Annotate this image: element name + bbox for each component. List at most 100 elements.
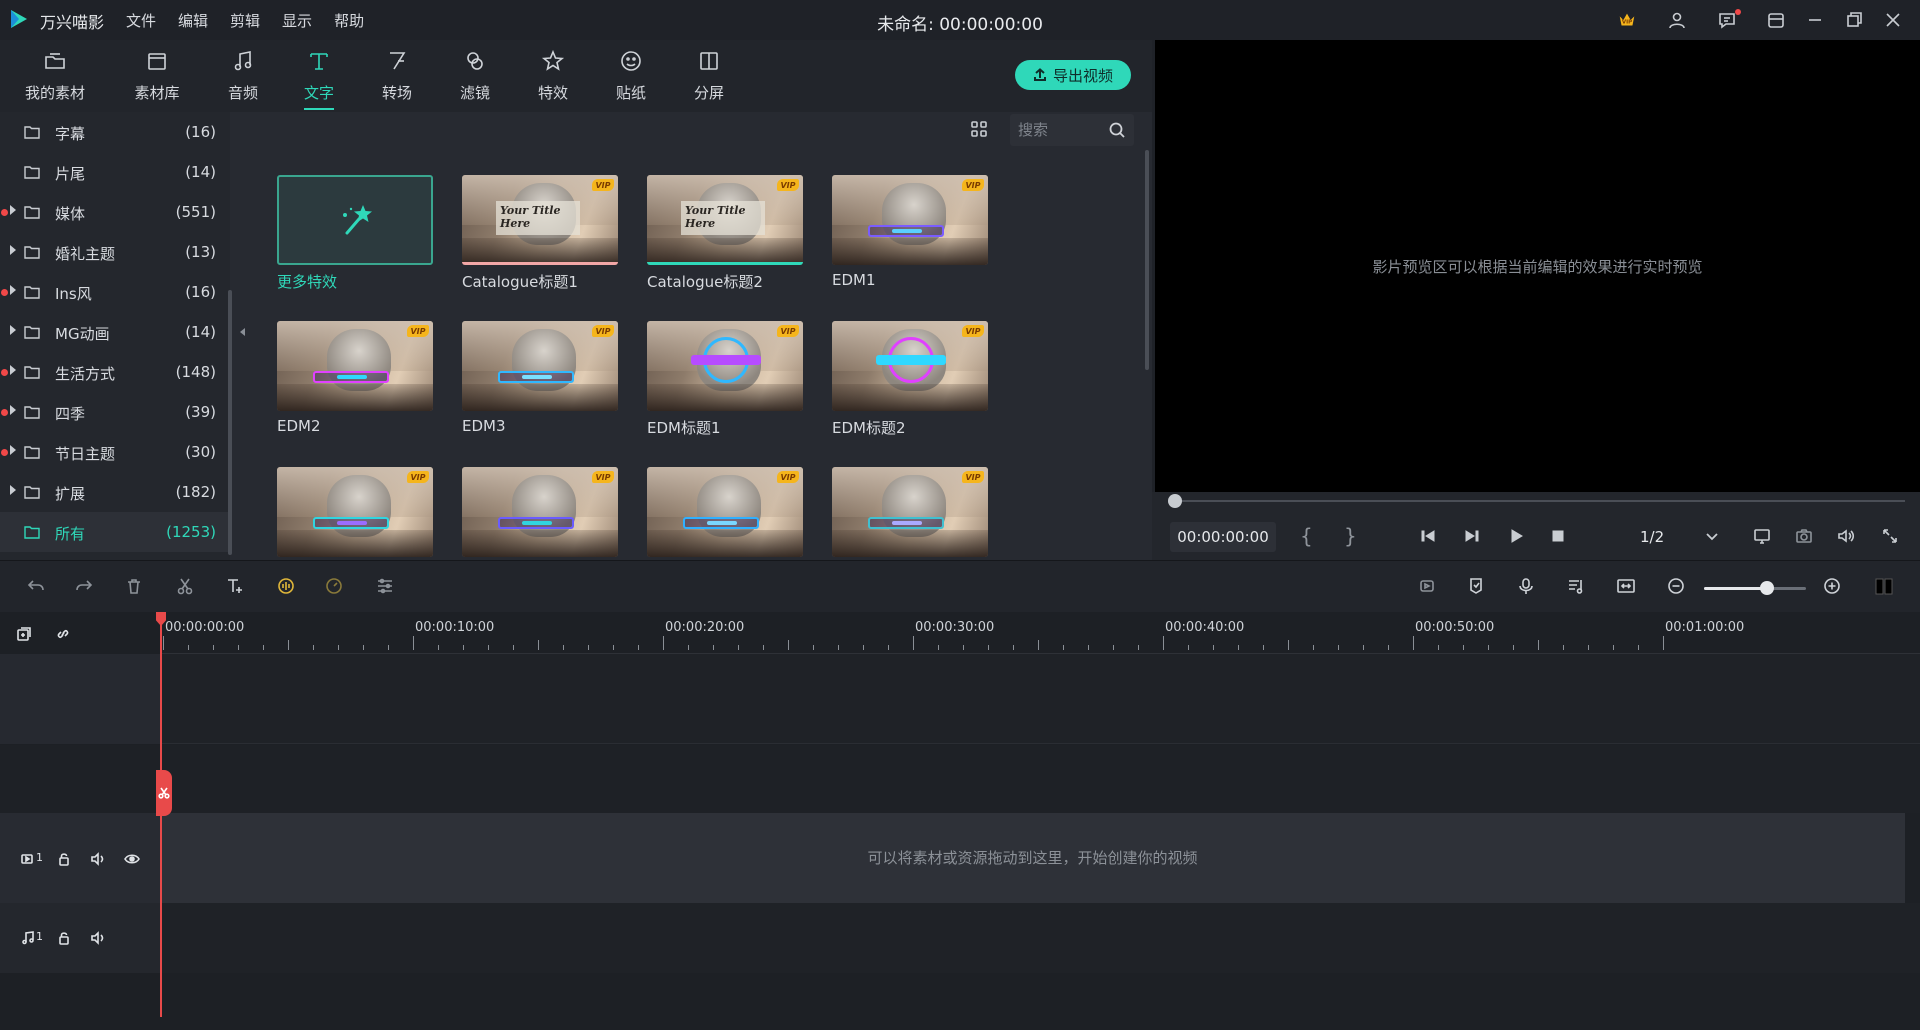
- category-item[interactable]: MG动画 (14): [0, 312, 230, 352]
- category-item[interactable]: 媒体 (551): [0, 192, 230, 232]
- expand-arrow-icon[interactable]: [10, 365, 16, 375]
- title-template-card[interactable]: VIP EDM3: [462, 321, 622, 461]
- expand-arrow-icon[interactable]: [10, 405, 16, 415]
- lock-icon[interactable]: [55, 929, 73, 947]
- microphone-icon[interactable]: [1514, 574, 1538, 598]
- snapshot-icon[interactable]: [1792, 524, 1816, 548]
- redo-icon[interactable]: [72, 574, 96, 598]
- tab-sticker[interactable]: 贴纸: [592, 40, 670, 112]
- ruler-tick: [1263, 645, 1264, 650]
- display-icon[interactable]: [1750, 524, 1774, 548]
- empty-track-row: [0, 654, 1920, 744]
- render-preview-icon[interactable]: [1415, 574, 1439, 598]
- category-item[interactable]: 节日主题 (30): [0, 432, 230, 472]
- category-item[interactable]: 字幕 (16): [0, 112, 230, 152]
- expand-arrow-icon[interactable]: [10, 285, 16, 295]
- title-template-card[interactable]: VIP EDM1: [832, 175, 992, 315]
- mark-out-button[interactable]: }: [1344, 524, 1357, 548]
- mark-in-button[interactable]: {: [1300, 524, 1313, 548]
- collapse-panel-icon[interactable]: [240, 328, 245, 336]
- audio-track-1[interactable]: [160, 903, 1920, 973]
- tab-library[interactable]: 素材库: [118, 40, 196, 112]
- category-scrollbar[interactable]: [228, 290, 232, 555]
- title-template-card[interactable]: VIP EDM标题1: [647, 321, 807, 461]
- lock-icon[interactable]: [55, 850, 73, 868]
- menu-help[interactable]: 帮助: [334, 10, 364, 31]
- preview-scrub-track[interactable]: [1170, 500, 1905, 502]
- tab-text[interactable]: 文字: [280, 40, 358, 112]
- ruler-tick: [1438, 645, 1439, 650]
- audio-stretch-icon[interactable]: [274, 574, 298, 598]
- marker-icon[interactable]: [1464, 574, 1488, 598]
- title-template-card[interactable]: Your Title Here VIP Catalogue标题2: [647, 175, 807, 315]
- category-item[interactable]: 婚礼主题 (13): [0, 232, 230, 272]
- menu-clip[interactable]: 剪辑: [230, 10, 260, 31]
- audio-mixer-icon[interactable]: [1564, 574, 1588, 598]
- preview-quality-select[interactable]: 1/2: [1630, 524, 1726, 550]
- add-text-icon[interactable]: [223, 574, 247, 598]
- next-frame-icon[interactable]: [1460, 524, 1484, 548]
- more-effects-card[interactable]: 更多特效: [277, 175, 437, 315]
- tab-transition[interactable]: 转场: [358, 40, 436, 112]
- fit-timeline-icon[interactable]: [1614, 574, 1638, 598]
- grid-scrollbar[interactable]: [1145, 150, 1149, 370]
- category-item[interactable]: 所有 (1253): [0, 512, 230, 552]
- restore-icon[interactable]: [1841, 8, 1867, 32]
- play-icon[interactable]: [1504, 524, 1528, 548]
- zoom-slider-handle[interactable]: [1760, 581, 1774, 595]
- cut-icon[interactable]: [173, 574, 197, 598]
- title-template-card[interactable]: Your Title Here VIP Catalogue标题1: [462, 175, 622, 315]
- ruler-tick: [488, 645, 489, 650]
- category-item[interactable]: 扩展 (182): [0, 472, 230, 512]
- title-template-card[interactable]: VIP EDM2: [277, 321, 437, 461]
- tab-filter[interactable]: 滤镜: [436, 40, 514, 112]
- fullscreen-icon[interactable]: [1878, 524, 1902, 548]
- tab-split-screen[interactable]: 分屏: [670, 40, 748, 112]
- expand-arrow-icon[interactable]: [10, 445, 16, 455]
- add-track-icon[interactable]: [15, 625, 33, 643]
- tab-audio[interactable]: 音频: [204, 40, 282, 112]
- delete-icon[interactable]: [122, 574, 146, 598]
- close-icon[interactable]: [1880, 8, 1906, 32]
- ruler-tick: [1388, 645, 1389, 650]
- speed-icon[interactable]: [322, 574, 346, 598]
- expand-arrow-icon[interactable]: [10, 485, 16, 495]
- tab-effects[interactable]: 特效: [514, 40, 592, 112]
- search-icon[interactable]: [1108, 121, 1126, 139]
- expand-arrow-icon[interactable]: [10, 245, 16, 255]
- menu-view[interactable]: 显示: [282, 10, 312, 31]
- stop-icon[interactable]: [1546, 524, 1570, 548]
- mute-icon[interactable]: [89, 929, 107, 947]
- volume-icon[interactable]: [1834, 524, 1858, 548]
- store-icon[interactable]: [1763, 8, 1789, 32]
- category-item[interactable]: Ins风 (16): [0, 272, 230, 312]
- zoom-in-icon[interactable]: [1820, 574, 1844, 598]
- menu-edit[interactable]: 编辑: [178, 10, 208, 31]
- adjust-icon[interactable]: [373, 574, 397, 598]
- mute-icon[interactable]: [89, 850, 107, 868]
- undo-icon[interactable]: [24, 574, 48, 598]
- account-icon[interactable]: [1664, 8, 1690, 32]
- playhead-split-handle[interactable]: [156, 770, 172, 816]
- search-input[interactable]: [1018, 120, 1108, 140]
- grid-view-icon[interactable]: [970, 120, 990, 140]
- vip-crown-icon[interactable]: VIP: [1614, 8, 1640, 32]
- zoom-out-icon[interactable]: [1664, 574, 1688, 598]
- expand-arrow-icon[interactable]: [10, 205, 16, 215]
- expand-arrow-icon[interactable]: [10, 325, 16, 335]
- vip-badge: VIP: [777, 471, 799, 483]
- category-item[interactable]: 四季 (39): [0, 392, 230, 432]
- category-name: MG动画: [55, 325, 110, 343]
- title-template-card[interactable]: VIP EDM标题2: [832, 321, 992, 461]
- menu-file[interactable]: 文件: [126, 10, 156, 31]
- link-icon[interactable]: [54, 625, 72, 643]
- tab-my-media[interactable]: 我的素材: [16, 40, 94, 112]
- export-video-button[interactable]: 导出视频: [1015, 60, 1131, 90]
- category-item[interactable]: 片尾 (14): [0, 152, 230, 192]
- minimize-icon[interactable]: [1802, 8, 1828, 32]
- eye-icon[interactable]: [123, 850, 141, 868]
- prev-frame-icon[interactable]: [1416, 524, 1440, 548]
- panel-layout-icon[interactable]: [1872, 574, 1896, 598]
- preview-scrub-handle[interactable]: [1168, 494, 1182, 508]
- category-item[interactable]: 生活方式 (148): [0, 352, 230, 392]
